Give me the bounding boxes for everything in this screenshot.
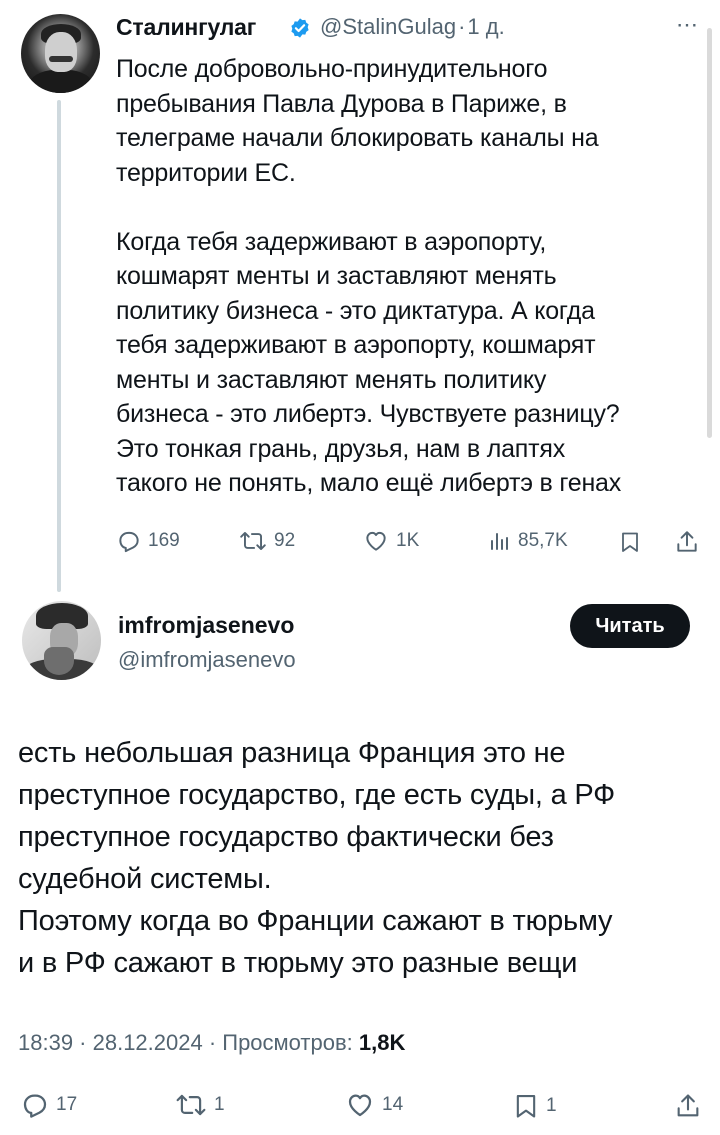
retweet-icon <box>176 1094 206 1116</box>
like-icon <box>348 1094 372 1117</box>
views-button[interactable]: 85,7K <box>488 528 568 554</box>
tweet-meta: 18:39 · 28.12.2024 · Просмотров: 1,8K <box>18 1030 405 1056</box>
views-icon <box>491 533 508 550</box>
reply-button[interactable]: 17 <box>20 1090 77 1120</box>
timestamp[interactable]: 1 д. <box>467 14 504 39</box>
author-handle[interactable]: @StalinGulag·1 д. <box>320 14 505 40</box>
follow-button[interactable]: Читать <box>570 604 690 648</box>
share-button[interactable] <box>674 528 700 556</box>
reply-author-name[interactable]: imfromjasenevo <box>118 612 294 639</box>
bookmark-icon <box>516 1095 536 1118</box>
separator: · <box>458 14 466 39</box>
reply-text: есть небольшая разница Франция это не пр… <box>18 737 616 979</box>
reply-author-avatar[interactable] <box>22 601 101 680</box>
retweet-icon <box>240 532 266 550</box>
timestamp-and-views-label[interactable]: 18:39 · 28.12.2024 · Просмотров: <box>18 1030 353 1055</box>
thread-line <box>57 100 61 592</box>
views-count: 1,8K <box>358 1030 406 1055</box>
share-icon <box>677 1094 699 1117</box>
share-icon <box>677 531 697 552</box>
reply-author-handle[interactable]: @imfromjasenevo <box>118 647 296 673</box>
scrollbar[interactable] <box>707 28 712 438</box>
reply-count: 17 <box>56 1094 78 1115</box>
retweet-button[interactable]: 92 <box>238 528 295 554</box>
like-count: 14 <box>382 1094 404 1115</box>
share-button[interactable] <box>674 1090 702 1122</box>
reply-actions: 17 1 14 1 <box>18 1088 708 1124</box>
retweet-button[interactable]: 1 <box>174 1090 225 1120</box>
views-count: 85,7K <box>518 530 568 551</box>
author-avatar[interactable] <box>21 14 100 93</box>
verified-icon <box>291 18 309 38</box>
bookmark-button[interactable]: 1 <box>512 1090 557 1122</box>
like-icon <box>366 531 386 551</box>
reply-icon <box>119 531 139 553</box>
author-name[interactable]: Сталингулаг <box>116 14 256 41</box>
retweet-count: 92 <box>274 530 296 551</box>
bookmark-icon <box>622 532 638 552</box>
handle-text: @StalinGulag <box>320 14 457 39</box>
like-count: 1K <box>396 530 420 551</box>
more-icon[interactable]: ⋯ <box>676 12 699 38</box>
like-button[interactable]: 1K <box>362 528 419 554</box>
reply-icon <box>23 1094 47 1118</box>
retweet-count: 1 <box>214 1094 225 1115</box>
bookmark-count: 1 <box>546 1095 557 1116</box>
tweet-actions: 169 92 1K 85,7K <box>116 524 706 560</box>
reply-button[interactable]: 169 <box>116 528 180 554</box>
reply-count: 169 <box>148 530 180 551</box>
like-button[interactable]: 14 <box>344 1090 403 1120</box>
tweet-text: После добровольно-принудительного пребыв… <box>116 55 622 497</box>
bookmark-button[interactable] <box>618 528 642 556</box>
